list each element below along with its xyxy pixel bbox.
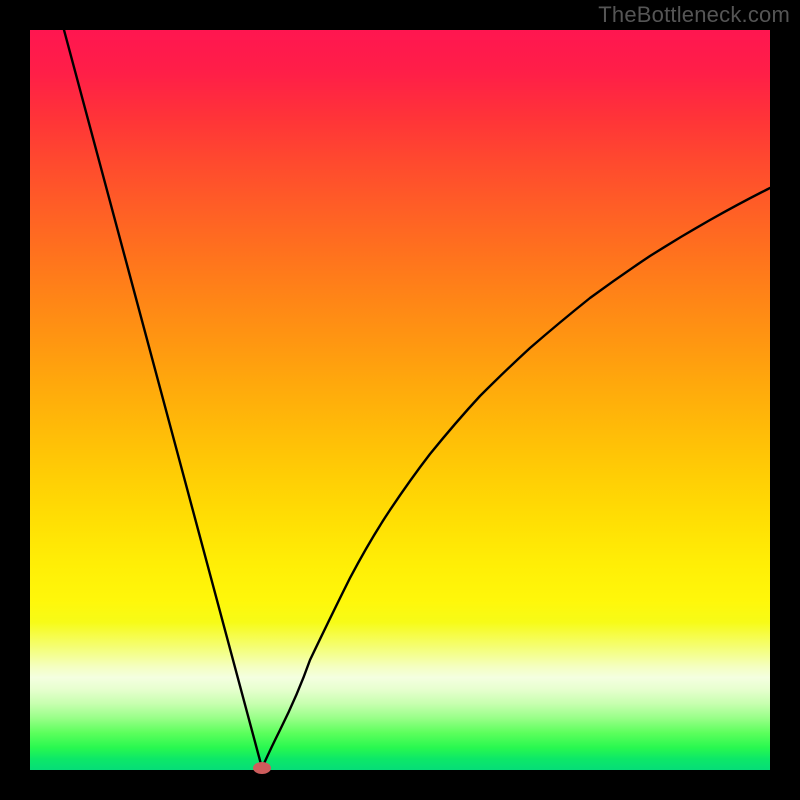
chart-container: TheBottleneck.com (0, 0, 800, 800)
plot-area (30, 30, 770, 770)
watermark-text: TheBottleneck.com (598, 2, 790, 28)
curve-left-branch (64, 30, 262, 768)
minimum-point-marker (253, 762, 271, 774)
bottleneck-curve (30, 30, 770, 770)
curve-right-branch (262, 188, 770, 768)
